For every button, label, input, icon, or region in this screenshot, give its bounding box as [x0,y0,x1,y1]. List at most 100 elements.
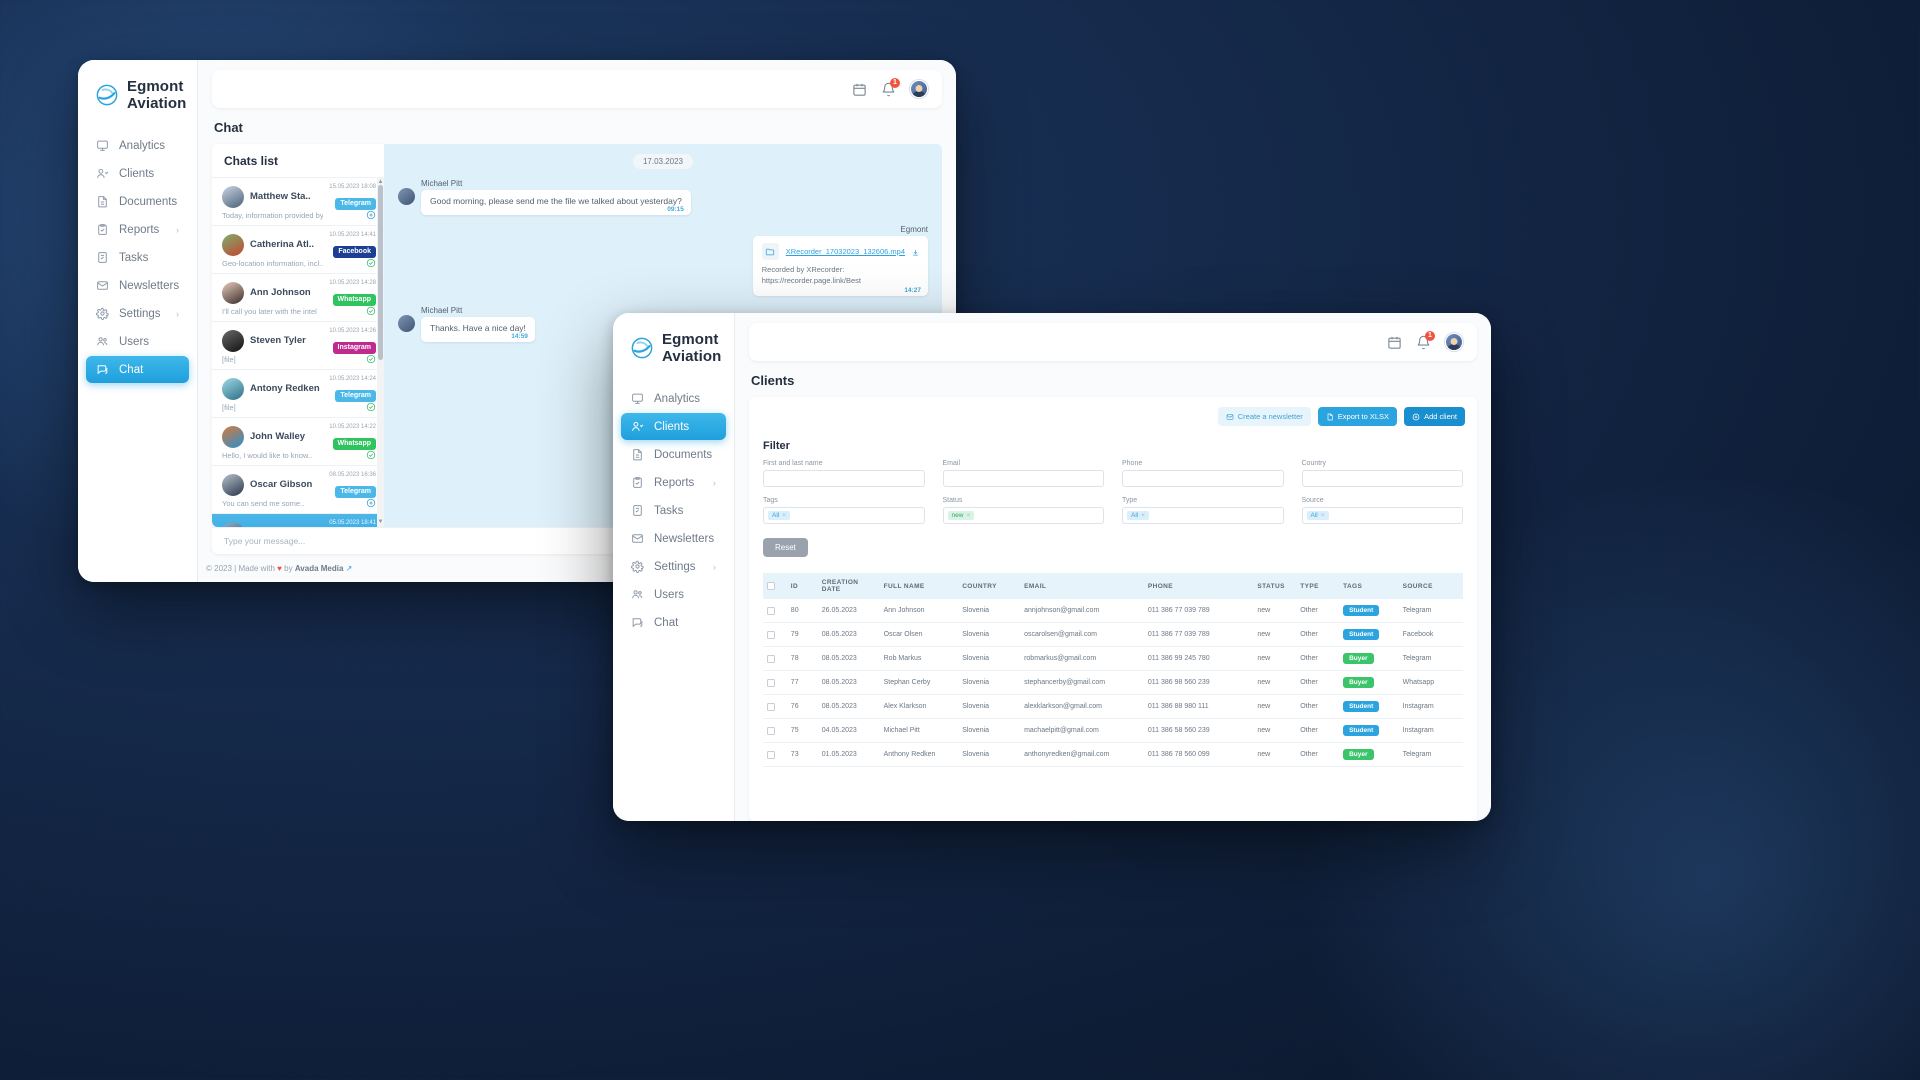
chat-list-item[interactable]: Michael Pitt05.05.2023 18:41Telegram[fil… [212,513,384,527]
row-checkbox[interactable] [767,750,775,759]
sidebar-item-newsletters[interactable]: Newsletters [86,272,189,299]
sidebar-item-analytics[interactable]: Analytics [621,385,726,412]
table-column-header[interactable]: COUNTRY [958,573,1021,599]
filter-input[interactable]: new × [942,507,1104,524]
cell-source: Instagram [1398,694,1463,719]
table-column-header[interactable]: TAGS [1339,573,1399,599]
add-client-button[interactable]: Add client [1404,407,1465,426]
chat-list-item[interactable]: John Walley 10.05.2023 14:22 Whatsapp Hello… [212,417,384,465]
table-column-header[interactable] [763,573,787,599]
table-row[interactable]: 78 08.05.2023 Rob Markus Slovenia robmarkus@… [763,646,1463,671]
table-column-header[interactable]: ID [786,573,818,599]
sidebar-item-tasks[interactable]: Tasks [621,497,726,524]
row-checkbox-cell[interactable] [763,670,787,695]
bell-icon[interactable]: 1 [881,77,900,97]
row-checkbox[interactable] [767,630,775,639]
bell-icon[interactable]: 1 [1416,330,1435,350]
table-column-header[interactable]: PHONE [1143,573,1254,599]
close-icon[interactable]: × [782,512,786,519]
table-row[interactable]: 73 01.05.2023 Anthony Redken Slovenia anthon… [763,742,1463,767]
filter-input[interactable] [942,470,1104,487]
sidebar-item-users[interactable]: Users [621,581,726,608]
cell-creation-date: 08.05.2023 [817,694,880,719]
sidebar-item-reports[interactable]: Reports › [86,216,189,243]
filter-input[interactable] [1301,470,1463,487]
filter-chip[interactable]: All × [768,511,791,520]
sidebar-item-tasks[interactable]: Tasks [86,244,189,271]
cell-country: Slovenia [958,718,1021,743]
row-checkbox[interactable] [767,606,775,615]
table-column-header[interactable]: TYPE [1296,573,1340,599]
table-row[interactable]: 79 08.05.2023 Oscar Olsen Slovenia oscarolse… [763,622,1463,647]
filter-chip[interactable]: All × [1127,511,1150,520]
close-icon[interactable]: × [966,512,970,519]
row-checkbox-cell[interactable] [763,718,787,743]
message-sender: Michael Pitt [421,305,463,315]
sidebar-item-newsletters[interactable]: Newsletters [621,525,726,552]
chat-list-item[interactable]: Ann Johnson 10.05.2023 14:28 Whatsapp I'll … [212,273,384,321]
table-column-header[interactable]: CREATION DATE [817,573,880,599]
newsletters-icon [631,532,644,545]
sidebar-item-clients[interactable]: Clients [86,160,189,187]
row-checkbox[interactable] [767,702,775,711]
scrollbar-thumb[interactable] [378,185,383,360]
row-checkbox-cell[interactable] [763,599,787,623]
download-icon[interactable] [912,248,919,256]
close-icon[interactable]: × [1141,512,1145,519]
chat-list-item[interactable]: Matthew Sta.. 15.05.2023 18:08 Telegram Tod… [212,177,384,225]
table-row[interactable]: 77 08.05.2023 Stephan Cerby Slovenia stephan… [763,670,1463,695]
sidebar-item-settings[interactable]: Settings › [621,553,726,580]
select-all-checkbox[interactable] [767,582,775,590]
sidebar-item-settings[interactable]: Settings › [86,300,189,327]
filter-input[interactable] [1122,470,1284,487]
filter-input[interactable] [763,470,925,487]
avatar[interactable] [910,80,928,98]
table-row[interactable]: 76 08.05.2023 Alex Klarkson Slovenia alexkla… [763,694,1463,719]
row-checkbox[interactable] [767,678,775,687]
footer-company-link[interactable]: Avada Media [295,564,344,573]
sidebar-item-chat[interactable]: Chat [86,356,189,383]
sidebar-item-analytics[interactable]: Analytics [86,132,189,159]
chat-list-item[interactable]: Catherina Atl.. 10.05.2023 14:41 Facebook G… [212,225,384,273]
table-row[interactable]: 75 04.05.2023 Michael Pitt Slovenia machaelp… [763,718,1463,743]
scroll-down-icon[interactable]: ▼ [377,519,384,525]
chat-list-item[interactable]: Steven Tyler 10.05.2023 14:26 Instagram [fi… [212,321,384,369]
table-column-header[interactable]: FULL NAME [879,573,959,599]
sidebar-item-documents[interactable]: Documents [621,441,726,468]
reset-button[interactable]: Reset [763,538,808,557]
sidebar-item-chat[interactable]: Chat [621,609,726,636]
chat-list-item[interactable]: Oscar Gibson 08.05.2023 16:36 Telegram You … [212,465,384,513]
file-name[interactable]: XRecorder_17032023_132606.mp4 [786,247,905,256]
table-column-header[interactable]: EMAIL [1020,573,1144,599]
chats-scrollbar[interactable]: ▲ ▼ [377,177,384,527]
filter-input[interactable]: All × [763,507,925,524]
sidebar-item-clients[interactable]: Clients [621,413,726,440]
sidebar-item-users[interactable]: Users [86,328,189,355]
row-checkbox-cell[interactable] [763,622,787,647]
row-checkbox-cell[interactable] [763,742,787,767]
row-checkbox-cell[interactable] [763,646,787,671]
row-checkbox-cell[interactable] [763,694,787,719]
table-column-header[interactable]: SOURCE [1398,573,1463,599]
filter-input[interactable]: All × [1301,507,1463,524]
export-xlsx-button[interactable]: Export to XLSX [1317,407,1398,426]
calendar-icon[interactable] [852,82,867,97]
chat-list-item[interactable]: Antony Redken 10.05.2023 14:24 Telegram [fi… [212,369,384,417]
table-row[interactable]: 80 26.05.2023 Ann Johnson Slovenia annjohnso… [763,599,1463,623]
sidebar-item-reports[interactable]: Reports › [621,469,726,496]
create-newsletter-button[interactable]: Create a newsletter [1217,407,1311,426]
file-attachment[interactable]: XRecorder_17032023_132606.mp4 [761,243,919,260]
filter-input[interactable]: All × [1122,507,1284,524]
row-checkbox[interactable] [767,726,775,735]
row-checkbox[interactable] [767,654,775,663]
chat-status-icon [366,258,376,268]
clients-topbar: 1 [749,323,1477,361]
avatar[interactable] [1445,333,1463,351]
sidebar-item-documents[interactable]: Documents [86,188,189,215]
calendar-icon[interactable] [1387,335,1402,350]
filter-chip[interactable]: new × [947,511,975,520]
table-column-header[interactable]: STATUS [1253,573,1297,599]
filter-chip[interactable]: All × [1306,511,1329,520]
close-icon[interactable]: × [1321,512,1325,519]
filter-field: Type All × [1122,497,1284,524]
